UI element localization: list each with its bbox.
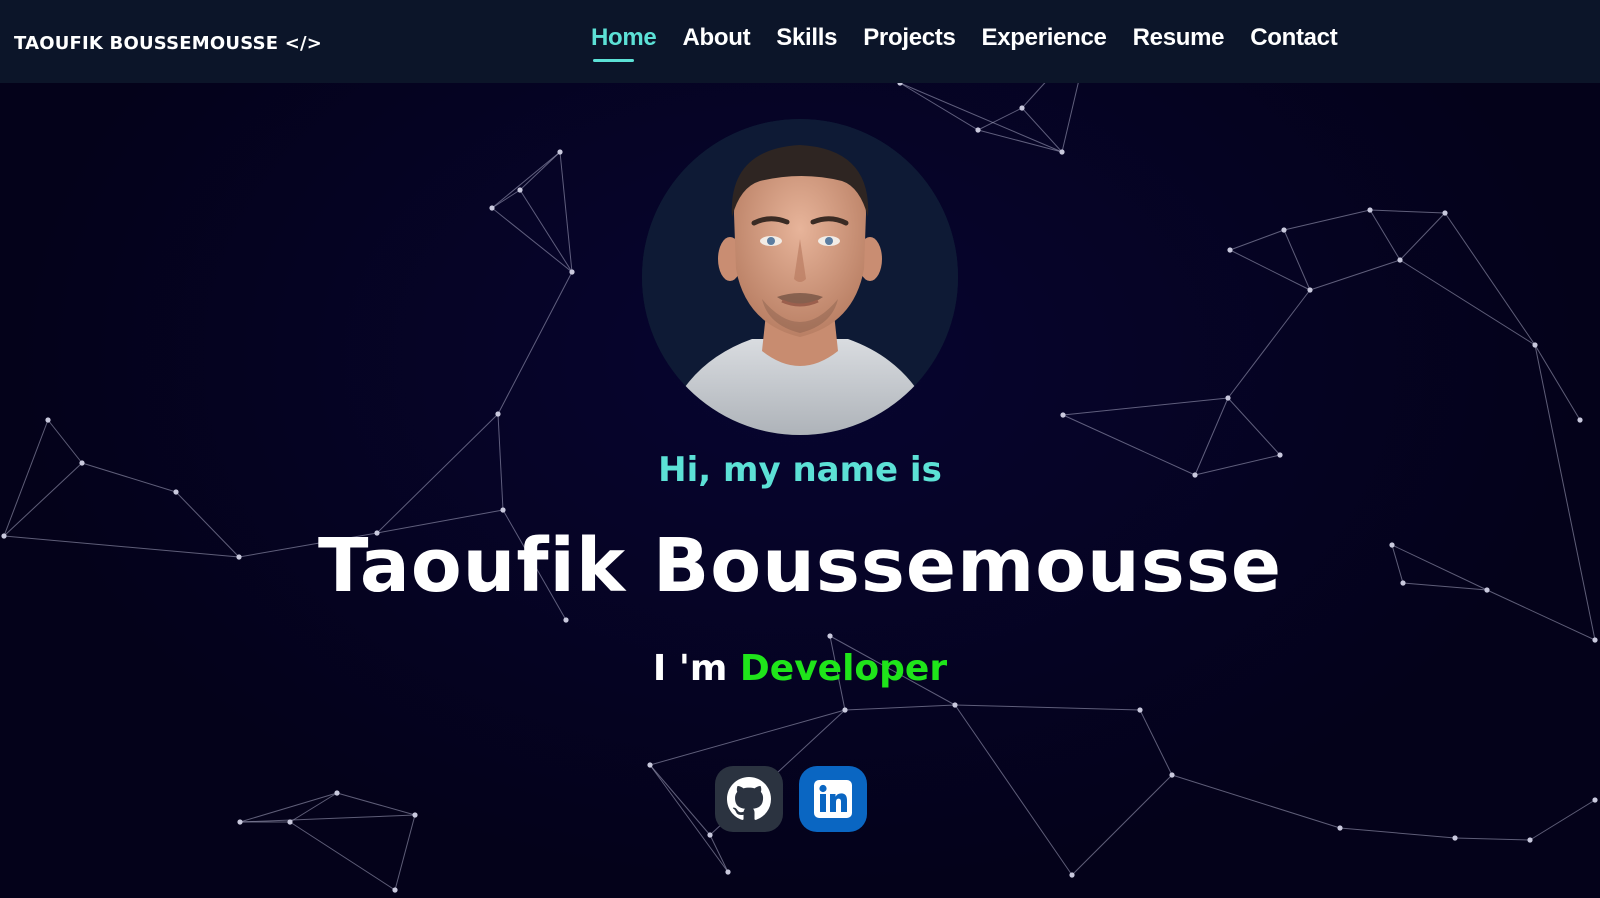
role-line: I 'm Developer [0,648,1600,689]
greeting-text: Hi, my name is [658,450,942,490]
linkedin-button[interactable] [799,766,867,832]
navbar: TAOUFIK BOUSSEMOUSSE </> Home About Skil… [0,0,1600,83]
nav-skills-link[interactable]: Skills [776,24,837,58]
avatar [642,119,958,435]
linkedin-icon [814,780,852,818]
nav-experience-link[interactable]: Experience [982,24,1107,58]
avatar-portrait-icon [642,119,958,435]
github-button[interactable] [715,766,783,832]
brand-logo[interactable]: TAOUFIK BOUSSEMOUSSE </> [14,33,322,54]
role-prefix: I 'm [652,648,740,689]
github-icon [727,777,771,820]
hero-name: Taoufik Boussemousse [317,523,1283,609]
hero-section: Hi, my name is Taoufik Boussemousse I 'm… [0,83,1600,898]
nav-contact-link[interactable]: Contact [1250,24,1338,58]
nav-resume-link[interactable]: Resume [1133,24,1225,58]
nav-home-link[interactable]: Home [591,24,657,62]
social-links [715,766,867,832]
nav-projects-link[interactable]: Projects [863,24,956,58]
page: TAOUFIK BOUSSEMOUSSE </> Home About Skil… [0,0,1600,898]
typed-role: Developer [739,648,948,689]
nav-about-link[interactable]: About [682,24,750,58]
nav-links: Home About Skills Projects Experience Re… [591,24,1338,62]
